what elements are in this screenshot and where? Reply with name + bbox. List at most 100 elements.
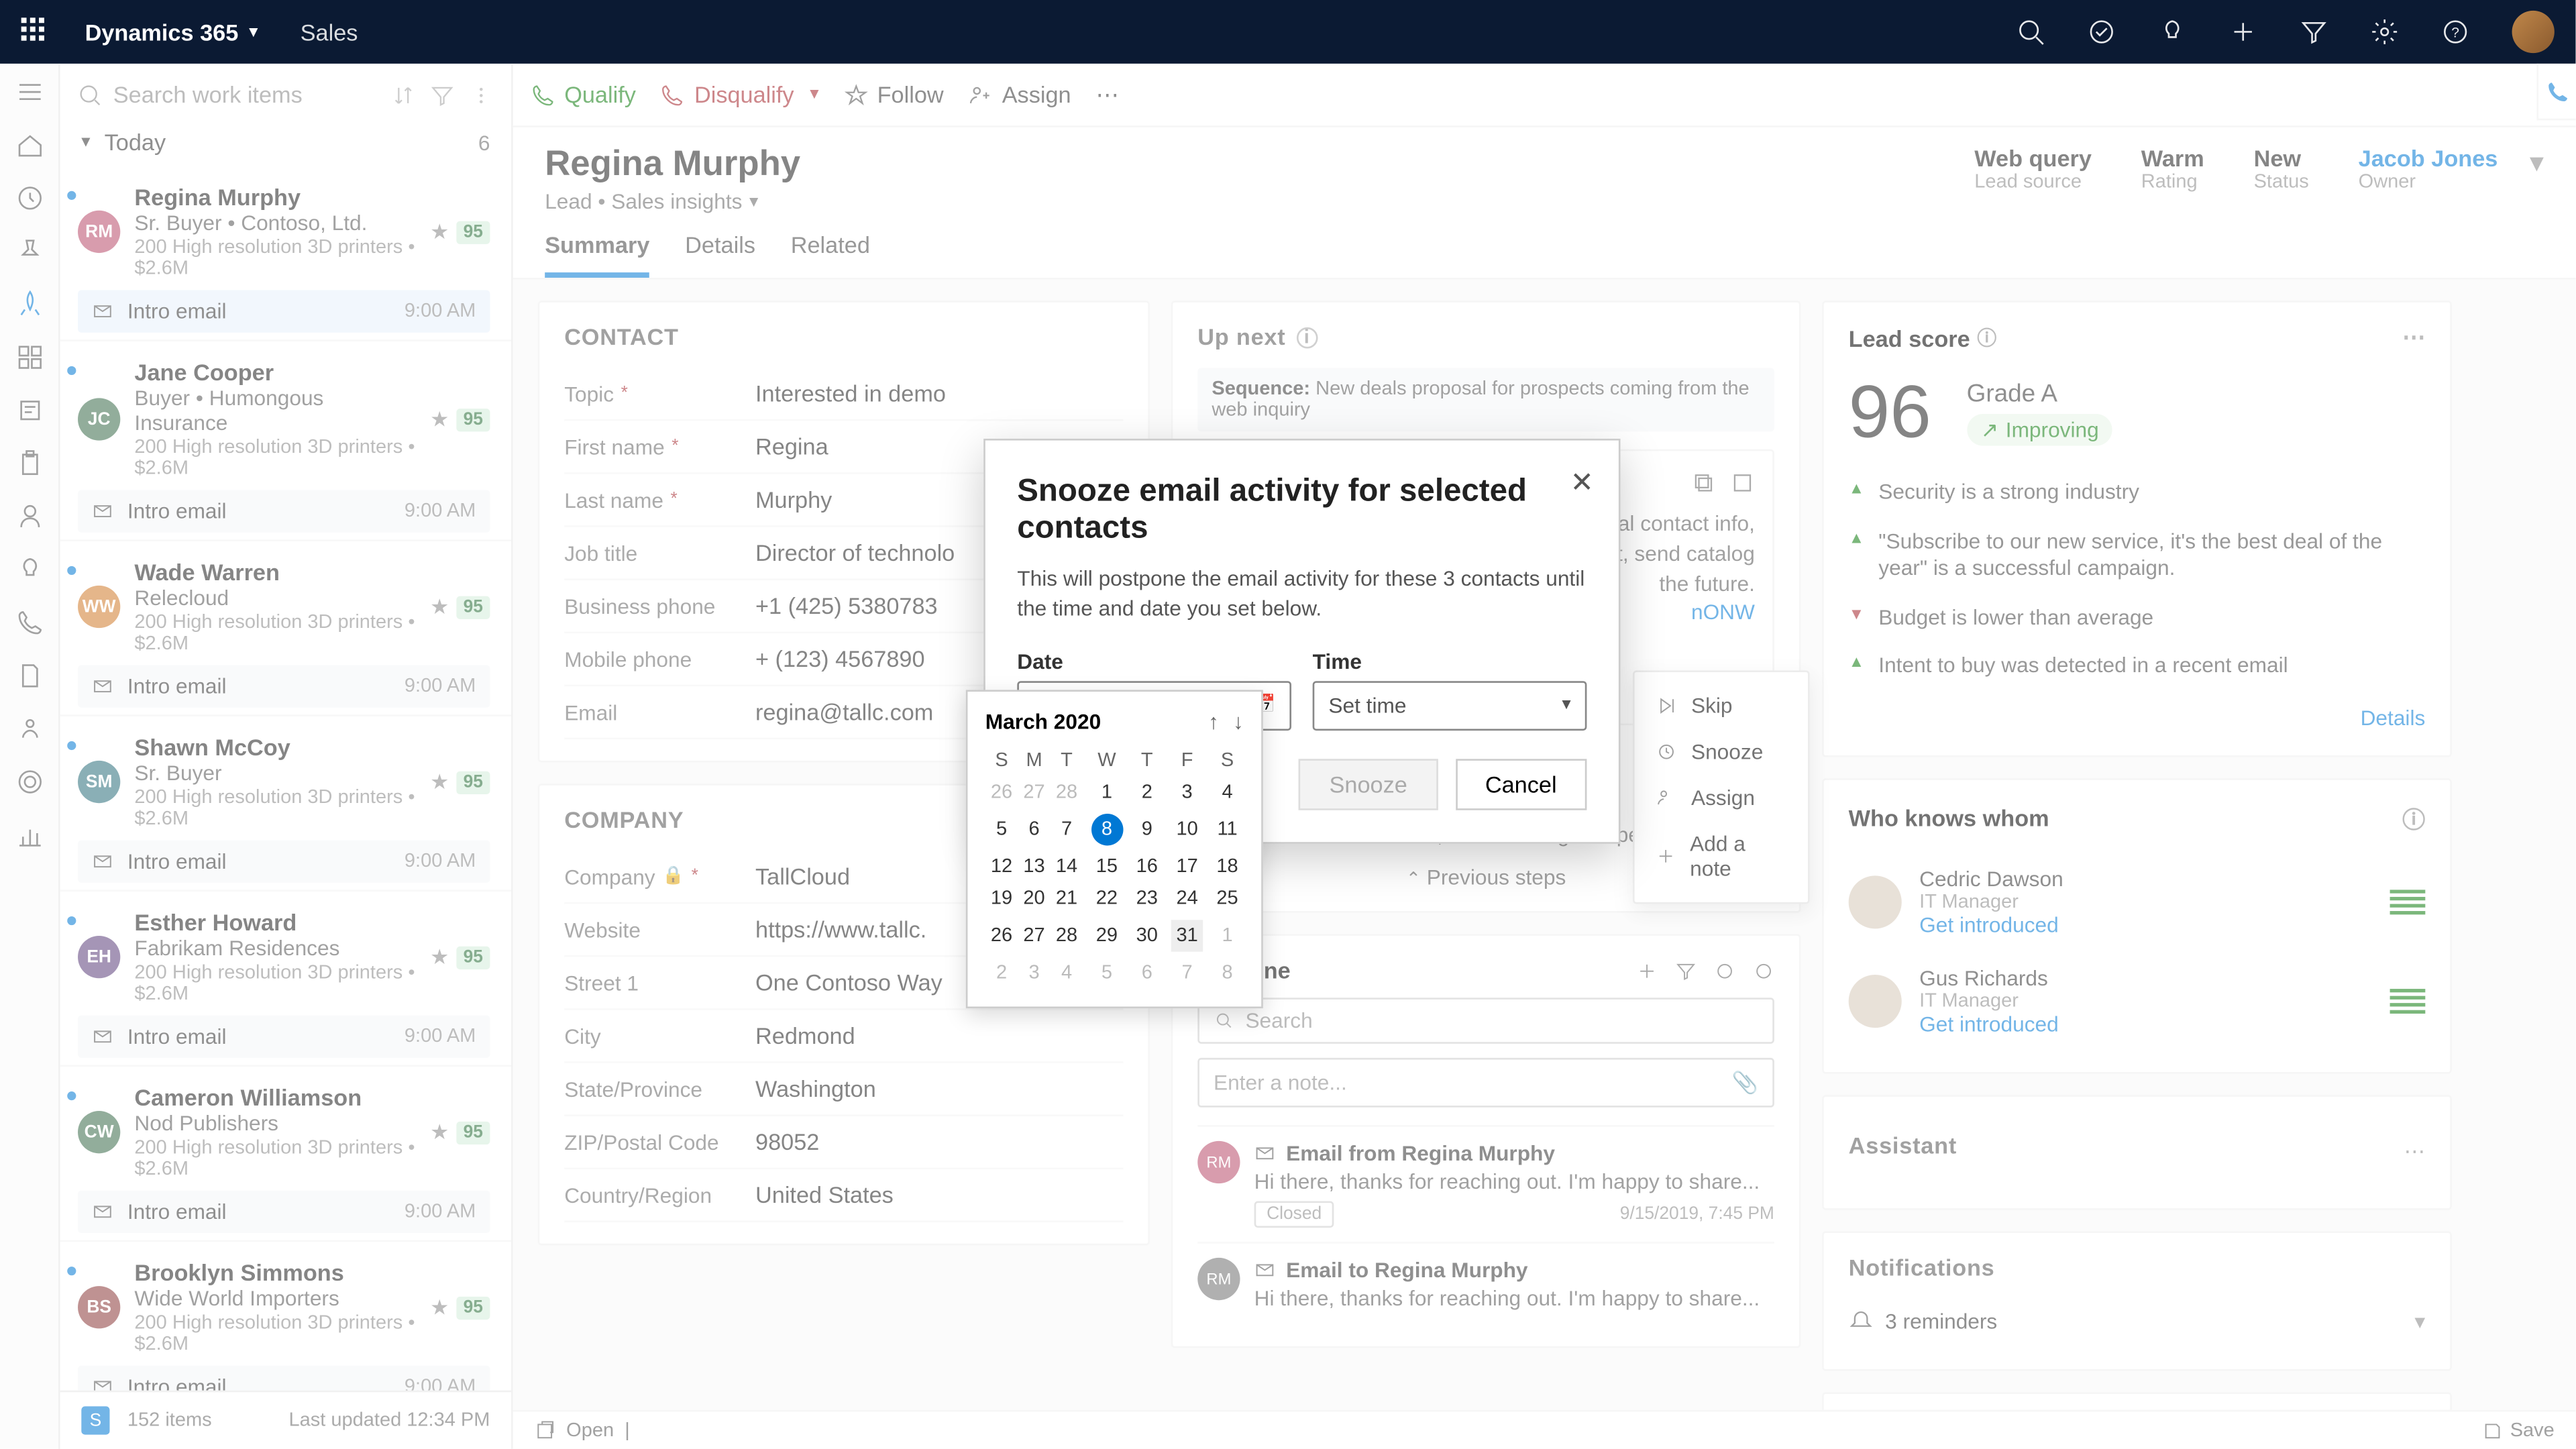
calendar-day[interactable]: 6 (1018, 808, 1050, 851)
item-activity[interactable]: Intro email9:00 AM (78, 490, 490, 532)
field-row[interactable]: Country/RegionUnited States (564, 1169, 1123, 1222)
phone-dock[interactable] (2536, 64, 2575, 120)
calendar-day[interactable]: 14 (1051, 851, 1083, 882)
open-icon[interactable] (1730, 470, 1755, 494)
calendar-day[interactable]: 27 (1018, 777, 1050, 808)
file-icon[interactable] (15, 661, 43, 690)
worklist-item[interactable]: EH Esther Howard Fabrikam Residences 200… (60, 892, 511, 1067)
copy-icon[interactable] (1691, 470, 1716, 494)
calendar-day[interactable]: 4 (1211, 777, 1244, 808)
group-header[interactable]: ▾ Today 6 (60, 119, 511, 166)
sort-icon[interactable] (391, 83, 416, 107)
tab-details[interactable]: Details (685, 231, 755, 278)
follow-button[interactable]: Follow (843, 81, 943, 108)
pinned-icon[interactable] (15, 237, 43, 265)
snooze-button[interactable]: Snooze (1299, 758, 1438, 809)
time-input[interactable]: Set time▾ (1313, 680, 1587, 730)
save-icon[interactable] (2482, 1419, 2504, 1441)
user-avatar[interactable] (2512, 11, 2555, 53)
assign-button[interactable]: Assign (969, 81, 1071, 108)
calendar-day[interactable]: 16 (1131, 851, 1163, 882)
calendar-day[interactable]: 9 (1131, 808, 1163, 851)
worklist-item[interactable]: SM Shawn McCoy Sr. Buyer 200 High resolu… (60, 716, 511, 892)
more-commands-button[interactable]: ⋯ (1096, 80, 1119, 109)
calendar-day[interactable]: 30 (1131, 914, 1163, 957)
attach-icon[interactable]: 📎 (1732, 1071, 1758, 1095)
info-icon[interactable]: ⓘ (2402, 801, 2425, 835)
tab-summary[interactable]: Summary (545, 231, 649, 278)
calendar-day[interactable]: 1 (1211, 914, 1244, 957)
star-icon[interactable]: ★ (430, 407, 449, 432)
item-activity[interactable]: Intro email9:00 AM (78, 841, 490, 883)
add-icon[interactable] (1636, 960, 1658, 981)
calendar-day[interactable]: 3 (1018, 957, 1050, 989)
menu-icon[interactable] (15, 78, 43, 106)
field-row[interactable]: ZIP/Postal Code98052 (564, 1116, 1123, 1169)
worklist-item[interactable]: RM Regina Murphy Sr. Buyer • Contoso, Lt… (60, 166, 511, 341)
close-icon[interactable]: ✕ (1570, 466, 1594, 501)
calendar-day[interactable]: 28 (1051, 777, 1083, 808)
chart-icon[interactable] (15, 821, 43, 849)
star-icon[interactable]: ★ (430, 594, 449, 619)
calendar-day[interactable]: 19 (985, 883, 1018, 914)
calendar-day[interactable]: 5 (1083, 957, 1130, 989)
calendar-day[interactable]: 23 (1131, 883, 1163, 914)
calendar-day[interactable]: 25 (1211, 883, 1244, 914)
star-icon[interactable]: ★ (430, 219, 449, 244)
gear-icon[interactable] (1714, 960, 1735, 981)
worklist-item[interactable]: BS Brooklyn Simmons Wide World Importers… (60, 1242, 511, 1391)
popout-icon[interactable] (534, 1419, 555, 1441)
header-stat[interactable]: Jacob JonesOwner (2359, 145, 2498, 193)
filter-icon[interactable] (2300, 17, 2328, 46)
search-icon[interactable] (2017, 17, 2045, 46)
add-icon[interactable] (2229, 17, 2257, 46)
timeline-search[interactable]: Search (1197, 998, 1774, 1044)
refresh-icon[interactable] (1753, 960, 1774, 981)
dashboard-icon[interactable] (15, 343, 43, 372)
chevron-down-icon[interactable]: ▾ (2414, 1309, 2425, 1334)
leads-icon[interactable] (15, 555, 43, 584)
timeline-note-input[interactable]: Enter a note...📎 (1197, 1058, 1774, 1108)
star-icon[interactable]: ★ (430, 769, 449, 794)
recent-icon[interactable] (15, 184, 43, 212)
previous-steps-link[interactable]: Previous steps (1427, 865, 1566, 890)
calendar-day[interactable]: 26 (985, 777, 1018, 808)
area-label[interactable]: Sales (301, 19, 358, 46)
disqualify-button[interactable]: Disqualify▾ (661, 81, 819, 108)
more-icon[interactable]: ⋯ (2402, 324, 2425, 352)
chevron-down-icon[interactable]: ▾ (749, 192, 758, 211)
prev-month-icon[interactable]: ↑ (1208, 709, 1219, 734)
get-introduced-link[interactable]: Get introduced (1919, 913, 2063, 938)
item-activity[interactable]: Intro email9:00 AM (78, 1016, 490, 1058)
calendar-day[interactable]: 20 (1018, 883, 1050, 914)
calendar-day[interactable]: 7 (1051, 808, 1083, 851)
worklist-item[interactable]: JC Jane Cooper Buyer • Humongous Insuran… (60, 341, 511, 541)
open-label[interactable]: Open (566, 1419, 614, 1441)
calendar-day[interactable]: 6 (1131, 957, 1163, 989)
clipboard-icon[interactable] (15, 449, 43, 478)
brand-chevron-icon[interactable]: ▾ (249, 22, 258, 42)
timeline-item[interactable]: RMEmail from Regina MurphyHi there, than… (1197, 1126, 1774, 1242)
lightbulb-icon[interactable] (2158, 17, 2186, 46)
details-link[interactable]: Details (2361, 706, 2426, 731)
calendar-day[interactable]: 27 (1018, 914, 1050, 957)
calendar-day[interactable]: 26 (985, 914, 1018, 957)
save-label[interactable]: Save (2510, 1419, 2555, 1441)
accelerator-icon[interactable] (15, 290, 43, 318)
menu-skip[interactable]: Skip (1635, 683, 1808, 729)
field-row[interactable]: State/ProvinceWashington (564, 1063, 1123, 1116)
calendar-day[interactable]: 5 (985, 808, 1018, 851)
calendar-day[interactable]: 7 (1163, 957, 1211, 989)
calendar-day[interactable]: 4 (1051, 957, 1083, 989)
info-icon[interactable]: ⓘ (1977, 324, 1996, 352)
contacts-icon[interactable] (15, 502, 43, 531)
calendar-day[interactable]: 1 (1083, 777, 1130, 808)
worklist-item[interactable]: CW Cameron Williamson Nod Publishers 200… (60, 1067, 511, 1242)
calendar-day[interactable]: 12 (985, 851, 1018, 882)
calendar-day[interactable]: 24 (1163, 883, 1211, 914)
home-icon[interactable] (15, 131, 43, 159)
worklist-item[interactable]: WW Wade Warren Relecloud 200 High resolu… (60, 541, 511, 716)
more-icon[interactable]: ⋯ (2404, 1140, 2426, 1165)
calendar-day[interactable]: 15 (1083, 851, 1130, 882)
area-switcher[interactable]: S (81, 1406, 109, 1434)
